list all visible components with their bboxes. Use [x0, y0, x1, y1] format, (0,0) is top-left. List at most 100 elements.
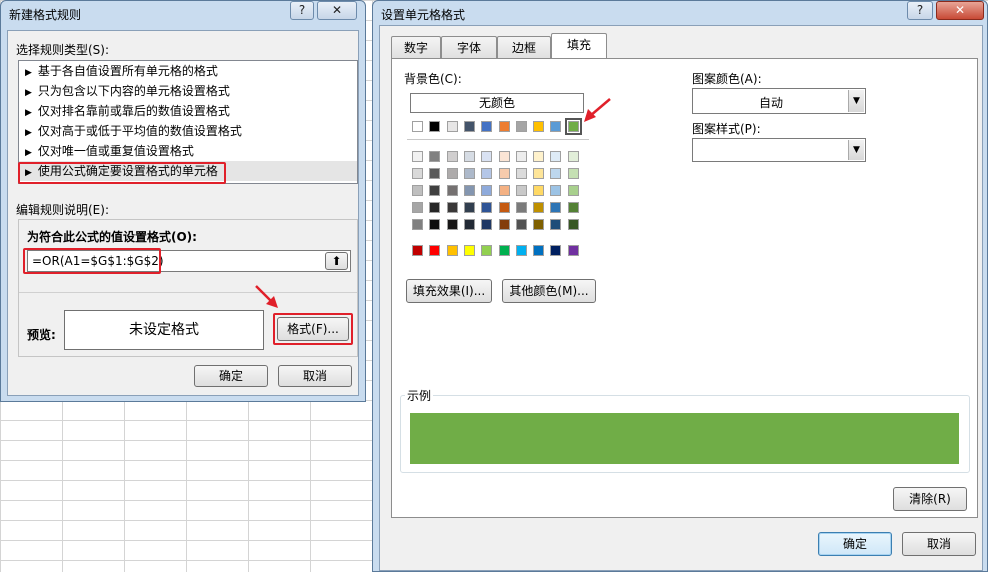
tint-color-swatch[interactable]: [515, 151, 527, 162]
tint-color-swatch[interactable]: [463, 151, 475, 162]
tint-color-swatch[interactable]: [498, 219, 510, 230]
list-item[interactable]: ▶ 只为包含以下内容的单元格设置格式: [19, 81, 357, 101]
tint-color-swatch[interactable]: [412, 202, 423, 213]
chevron-down-icon[interactable]: ▼: [848, 140, 864, 160]
tint-color-swatch[interactable]: [412, 219, 423, 230]
tint-color-swatch[interactable]: [515, 185, 527, 196]
pattern-style-select[interactable]: ▼: [692, 138, 866, 162]
list-item[interactable]: ▶ 仅对高于或低于平均值的数值设置格式: [19, 121, 357, 141]
tint-color-swatch[interactable]: [481, 185, 493, 196]
ok-button[interactable]: 确定: [818, 532, 892, 556]
tint-color-swatch[interactable]: [550, 185, 562, 196]
tint-color-swatch[interactable]: [446, 185, 458, 196]
more-colors-button[interactable]: 其他颜色(M)...: [502, 279, 596, 303]
tint-color-swatch[interactable]: [515, 219, 527, 230]
tint-color-swatch[interactable]: [481, 151, 493, 162]
right-close-button[interactable]: ✕: [936, 1, 984, 20]
tint-color-swatch[interactable]: [429, 185, 441, 196]
tab-fill[interactable]: 填充: [551, 33, 607, 59]
fill-effects-button[interactable]: 填充效果(I)...: [406, 279, 492, 303]
tint-color-swatch[interactable]: [429, 168, 441, 179]
theme-color-swatch[interactable]: [412, 121, 423, 132]
left-help-button[interactable]: ?: [290, 1, 314, 20]
tint-color-swatch[interactable]: [515, 202, 527, 213]
tint-color-swatch[interactable]: [412, 185, 423, 196]
tint-color-swatch[interactable]: [429, 151, 441, 162]
theme-color-swatch[interactable]: [515, 121, 527, 132]
tint-color-swatch[interactable]: [515, 168, 527, 179]
tint-color-swatch[interactable]: [463, 168, 475, 179]
tint-color-swatch[interactable]: [533, 185, 545, 196]
tint-color-swatch[interactable]: [550, 151, 562, 162]
tint-color-swatch[interactable]: [498, 202, 510, 213]
standard-color-swatch[interactable]: [515, 245, 527, 256]
tint-color-swatch[interactable]: [533, 151, 545, 162]
standard-color-swatch[interactable]: [429, 245, 441, 256]
tab-border[interactable]: 边框: [497, 36, 551, 58]
tint-color-swatch[interactable]: [446, 168, 458, 179]
tint-color-swatch[interactable]: [498, 185, 510, 196]
theme-color-swatch[interactable]: [498, 121, 510, 132]
tab-number[interactable]: 数字: [391, 36, 441, 58]
tint-color-swatch[interactable]: [463, 185, 475, 196]
standard-color-swatch[interactable]: [463, 245, 475, 256]
tint-color-swatch[interactable]: [567, 202, 579, 213]
tint-color-swatch[interactable]: [463, 202, 475, 213]
list-item[interactable]: ▶ 仅对唯一值或重复值设置格式: [19, 141, 357, 161]
standard-color-swatch[interactable]: [481, 245, 493, 256]
tint-color-swatch[interactable]: [498, 168, 510, 179]
chevron-down-icon[interactable]: ▼: [848, 90, 864, 112]
tint-color-swatch[interactable]: [533, 168, 545, 179]
tint-color-swatch[interactable]: [550, 168, 562, 179]
tint-color-swatch[interactable]: [463, 219, 475, 230]
pattern-color-value: 自动: [758, 96, 783, 110]
tint-color-swatch[interactable]: [412, 168, 423, 179]
tint-color-swatch[interactable]: [550, 219, 562, 230]
divider: [19, 292, 357, 293]
tint-color-swatch[interactable]: [481, 202, 493, 213]
annotation-arrow-format: [255, 285, 278, 308]
tint-color-swatch[interactable]: [567, 219, 579, 230]
list-item[interactable]: ▶ 仅对排名靠前或靠后的数值设置格式: [19, 101, 357, 121]
highlight-format-button: [273, 313, 353, 345]
tab-font[interactable]: 字体: [441, 36, 497, 58]
tint-color-swatch[interactable]: [481, 168, 493, 179]
tint-color-swatch[interactable]: [429, 202, 441, 213]
tint-color-swatch[interactable]: [498, 151, 510, 162]
cancel-button[interactable]: 取消: [278, 365, 352, 387]
tint-color-swatch[interactable]: [550, 202, 562, 213]
standard-color-swatch[interactable]: [533, 245, 545, 256]
pattern-color-select[interactable]: 自动 ▼: [692, 88, 866, 114]
tint-color-swatch[interactable]: [567, 185, 579, 196]
standard-color-swatch[interactable]: [550, 245, 562, 256]
tint-color-swatch[interactable]: [533, 202, 545, 213]
ok-button[interactable]: 确定: [194, 365, 268, 387]
standard-color-swatch[interactable]: [412, 245, 423, 256]
clear-button[interactable]: 清除(R): [893, 487, 967, 511]
list-item[interactable]: ▶ 基于各自值设置所有单元格的格式: [19, 61, 357, 81]
left-close-button[interactable]: ✕: [317, 1, 357, 20]
standard-color-swatch[interactable]: [498, 245, 510, 256]
tint-color-swatch[interactable]: [446, 202, 458, 213]
theme-color-swatch[interactable]: [463, 121, 475, 132]
theme-color-swatch[interactable]: [446, 121, 458, 132]
tint-color-swatch[interactable]: [446, 219, 458, 230]
tint-color-swatch[interactable]: [567, 151, 579, 162]
tint-color-swatch[interactable]: [429, 219, 441, 230]
tint-color-swatch[interactable]: [446, 151, 458, 162]
collapse-button[interactable]: ⬆: [325, 252, 348, 270]
preview-box: 未设定格式: [64, 310, 264, 350]
standard-color-swatch[interactable]: [446, 245, 458, 256]
tint-color-swatch[interactable]: [481, 219, 493, 230]
standard-color-swatch[interactable]: [567, 245, 579, 256]
pattern-style-label: 图案样式(P):: [692, 122, 761, 136]
tint-color-swatch[interactable]: [533, 219, 545, 230]
theme-color-swatch[interactable]: [533, 121, 545, 132]
theme-color-swatch[interactable]: [429, 121, 441, 132]
theme-color-swatch[interactable]: [481, 121, 493, 132]
tint-color-swatch[interactable]: [412, 151, 423, 162]
tint-color-swatch[interactable]: [567, 168, 579, 179]
theme-color-swatch[interactable]: [550, 121, 562, 132]
cancel-button[interactable]: 取消: [902, 532, 976, 556]
right-help-button[interactable]: ?: [907, 1, 933, 20]
